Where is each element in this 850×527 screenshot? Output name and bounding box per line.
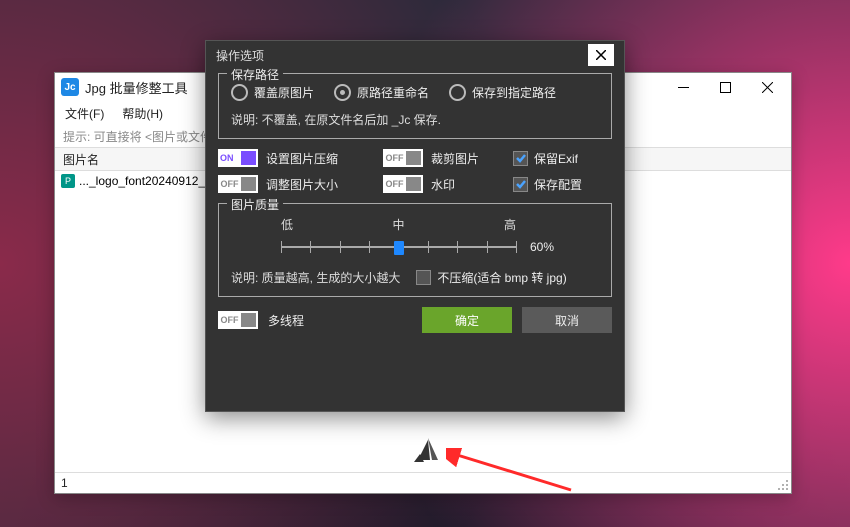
resize-grip-icon[interactable] bbox=[777, 479, 789, 491]
radio-custom-path[interactable]: 保存到指定路径 bbox=[449, 84, 556, 101]
dialog-close-button[interactable] bbox=[588, 44, 614, 66]
maximize-button[interactable] bbox=[707, 73, 743, 101]
checkbox-icon bbox=[513, 151, 528, 166]
dialog-titlebar: 操作选项 bbox=[206, 41, 624, 69]
ok-button[interactable]: 确定 bbox=[422, 307, 512, 333]
toggle-label: 多线程 bbox=[268, 312, 304, 329]
toggle-resize[interactable]: OFF bbox=[218, 175, 258, 193]
cancel-button[interactable]: 取消 bbox=[522, 307, 612, 333]
status-bar: 1 bbox=[55, 472, 791, 493]
radio-rename[interactable]: 原路径重命名 bbox=[334, 84, 429, 101]
toggle-compress[interactable]: ON bbox=[218, 149, 258, 167]
close-button[interactable] bbox=[749, 73, 785, 101]
group-legend: 图片质量 bbox=[227, 196, 283, 213]
quality-slider[interactable] bbox=[281, 237, 516, 257]
status-count: 1 bbox=[61, 476, 68, 490]
menu-help[interactable]: 帮助(H) bbox=[122, 105, 163, 122]
quality-desc: 说明: 质量越高, 生成的大小越大 bbox=[231, 269, 400, 286]
group-save-path: 保存路径 覆盖原图片 原路径重命名 保存到指定路径 说明: 不覆盖, 在原文件名… bbox=[218, 73, 612, 139]
slider-thumb[interactable] bbox=[394, 241, 404, 255]
minimize-button[interactable] bbox=[665, 73, 701, 101]
slider-marks: 低 中 高 bbox=[281, 216, 516, 233]
radio-icon bbox=[449, 84, 466, 101]
checkbox-icon bbox=[416, 270, 431, 285]
file-type-icon: P bbox=[61, 174, 75, 188]
quality-readout: 60% bbox=[530, 240, 554, 254]
toggle-label: 设置图片压缩 bbox=[266, 150, 338, 167]
checkbox-no-compress[interactable]: 不压缩(适合 bmp 转 jpg) bbox=[416, 269, 566, 286]
toggle-label: 水印 bbox=[431, 176, 455, 193]
radio-icon bbox=[334, 84, 351, 101]
toggle-multithread[interactable]: OFF bbox=[218, 311, 258, 329]
group-quality: 图片质量 低 中 高 60% 说明: 质量越高, 生成的大小越大 不压缩(适合 … bbox=[218, 203, 612, 297]
toggle-crop[interactable]: OFF bbox=[383, 149, 423, 167]
radio-overwrite[interactable]: 覆盖原图片 bbox=[231, 84, 314, 101]
checkbox-save-config[interactable]: 保存配置 bbox=[513, 176, 582, 193]
file-name: ..._logo_font20240912_... bbox=[79, 174, 215, 188]
app-icon: Jc bbox=[61, 78, 79, 96]
save-path-desc: 说明: 不覆盖, 在原文件名后加 _Jc 保存. bbox=[231, 111, 599, 128]
options-toggles: ON 设置图片压缩 OFF 裁剪图片 保留Exif OFF 调整图片大小 OFF… bbox=[218, 149, 618, 193]
toggle-label: 裁剪图片 bbox=[431, 150, 479, 167]
group-legend: 保存路径 bbox=[227, 66, 283, 83]
dialog-title: 操作选项 bbox=[216, 47, 588, 64]
checkbox-keep-exif[interactable]: 保留Exif bbox=[513, 150, 578, 167]
app-logo-icon bbox=[408, 430, 448, 466]
annotation-arrow-icon bbox=[446, 448, 576, 498]
toggle-watermark[interactable]: OFF bbox=[383, 175, 423, 193]
radio-icon bbox=[231, 84, 248, 101]
menu-file[interactable]: 文件(F) bbox=[65, 105, 104, 122]
options-dialog: 操作选项 保存路径 覆盖原图片 原路径重命名 保存到指定路径 bbox=[205, 40, 625, 412]
checkbox-icon bbox=[513, 177, 528, 192]
toggle-label: 调整图片大小 bbox=[266, 176, 338, 193]
